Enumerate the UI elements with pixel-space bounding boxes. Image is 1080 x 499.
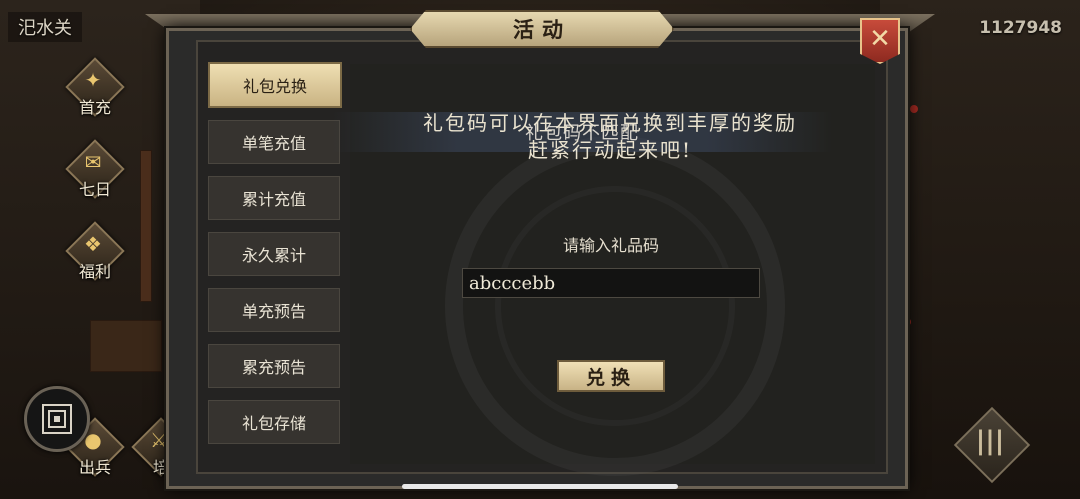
tab-cumulative-recharge[interactable]: 累计充值 — [208, 176, 340, 220]
close-icon: ✕ — [869, 24, 891, 54]
scroll-glyph-icon: ✉ — [84, 150, 102, 174]
panel-title: 活动 — [513, 17, 571, 42]
description-line-2: 赶紧行动起来吧! — [527, 138, 693, 162]
side-menu-label: 首充 — [78, 98, 111, 117]
tab-gift-code[interactable]: 礼包兑换 — [208, 62, 342, 108]
location-label: 汜水关 — [8, 12, 82, 42]
menu-grid-icon — [42, 404, 72, 434]
bars-icon: ||| — [975, 426, 1005, 456]
currency-counter: 1127948 — [979, 18, 1062, 38]
gift-glyph-icon: ✦ — [84, 68, 102, 92]
tab-cumulative-preview[interactable]: 累充预告 — [208, 344, 340, 388]
treasure-glyph-icon: ❖ — [84, 232, 102, 256]
tab-single-preview[interactable]: 单充预告 — [208, 288, 340, 332]
tab-single-recharge[interactable]: 单笔充值 — [208, 120, 340, 164]
description-line-1: 礼包码可以在本界面兑换到丰厚的奖励 — [423, 111, 797, 135]
side-menu-seven-days[interactable]: ✉ 七日 — [64, 139, 126, 202]
side-menu-welfare[interactable]: ❖ 福利 — [64, 221, 126, 284]
description: 礼包码可以在本界面兑换到丰厚的奖励 赶紧行动起来吧! — [380, 110, 840, 164]
redeem-button-label: 兑换 — [585, 366, 636, 389]
tab-gift-storage[interactable]: 礼包存储 — [208, 400, 340, 444]
desk-prop — [90, 320, 162, 372]
panel-title-plate: 活动 — [410, 10, 674, 48]
weapon-rack-left — [140, 150, 152, 302]
side-menu-first-recharge[interactable]: ✦ 首充 — [64, 57, 126, 120]
side-menu-label: 出兵 — [78, 458, 111, 477]
side-menu-label: 七日 — [78, 180, 111, 199]
gift-code-input[interactable]: abcccebb — [462, 268, 760, 298]
lantern-prop — [910, 105, 918, 113]
tab-permanent-cumulative[interactable]: 永久累计 — [208, 232, 340, 276]
home-indicator[interactable] — [402, 484, 678, 489]
redeem-button[interactable]: 兑换 — [557, 360, 665, 392]
input-prompt: 请输入礼品码 — [562, 236, 659, 255]
side-menu-label: 福利 — [78, 262, 111, 281]
main-menu-button[interactable] — [24, 386, 90, 452]
